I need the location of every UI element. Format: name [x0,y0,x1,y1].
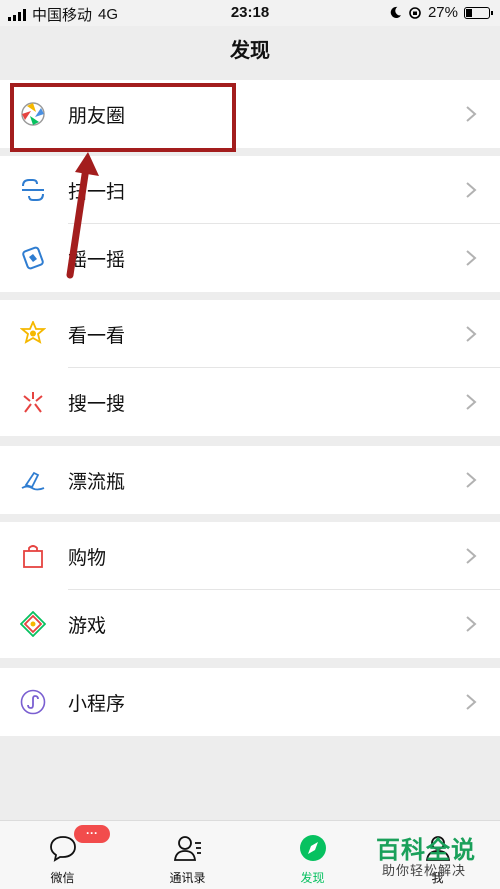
chevron-right-icon [466,182,477,198]
scan-icon [22,179,44,201]
chevron-right-icon [466,616,477,632]
menu-item-mini-programs[interactable]: 小程序 [0,668,500,736]
menu-group-stories-search: 看一看 搜一搜 [0,300,500,436]
contacts-icon [173,836,201,861]
menu-group-shop-games: 购物 游戏 [0,522,500,658]
menu-item-label: 小程序 [68,693,126,715]
menu-group-mini-programs: 小程序 [0,668,500,736]
highlight-box [10,83,236,152]
menu-item-label: 游戏 [68,615,107,637]
tab-chats[interactable]: ··· 微信 [0,821,125,889]
chevron-right-icon [466,326,477,342]
chevron-right-icon [466,472,477,488]
discover-compass-icon [300,835,326,861]
unread-badge: ··· [74,825,110,843]
menu-item-shopping[interactable]: 购物 [0,522,500,590]
annotation-arrow [66,152,99,279]
chevron-right-icon [466,394,477,410]
menu-item-search[interactable]: 搜一搜 [0,368,500,436]
menu-item-top-stories[interactable]: 看一看 [0,300,500,368]
battery-percent: 27% [427,4,458,21]
menu-item-games[interactable]: 游戏 [0,590,500,658]
tab-label: 通讯录 [169,871,206,885]
tab-label: 发现 [300,871,325,885]
chevron-right-icon [466,106,477,122]
tab-label: 微信 [50,871,75,885]
menu-item-label: 搜一搜 [68,393,126,415]
menu-item-drift-bottle[interactable]: 漂流瓶 [0,446,500,514]
chat-bubble-icon [50,836,76,862]
shake-icon [22,246,44,270]
page-title: 发现 [0,26,500,78]
rotation-lock-icon [409,6,421,19]
battery-icon [464,6,493,19]
search-icon [23,392,43,413]
menu-item-label: 购物 [68,547,107,569]
shopping-bag-icon [23,545,43,568]
top-stories-icon [20,321,46,344]
tab-discover[interactable]: 发现 [250,821,375,889]
games-icon [20,611,46,637]
chevron-right-icon [466,250,477,266]
chevron-right-icon [466,548,477,564]
moon-icon [390,6,402,18]
watermark-subtitle: 助你轻松解决 [382,863,467,878]
status-bar: 中国移动 4G 23:18 27% [0,0,500,26]
menu-group-drift-bottle: 漂流瓶 [0,446,500,514]
drift-bottle-icon [21,471,45,491]
chevron-right-icon [466,694,477,710]
menu-item-label: 看一看 [68,325,126,347]
mini-programs-icon [20,689,46,715]
tab-contacts[interactable]: 通讯录 [125,821,250,889]
menu-item-label: 漂流瓶 [68,471,126,493]
watermark: 百科全说 助你轻松解决 [372,828,492,884]
